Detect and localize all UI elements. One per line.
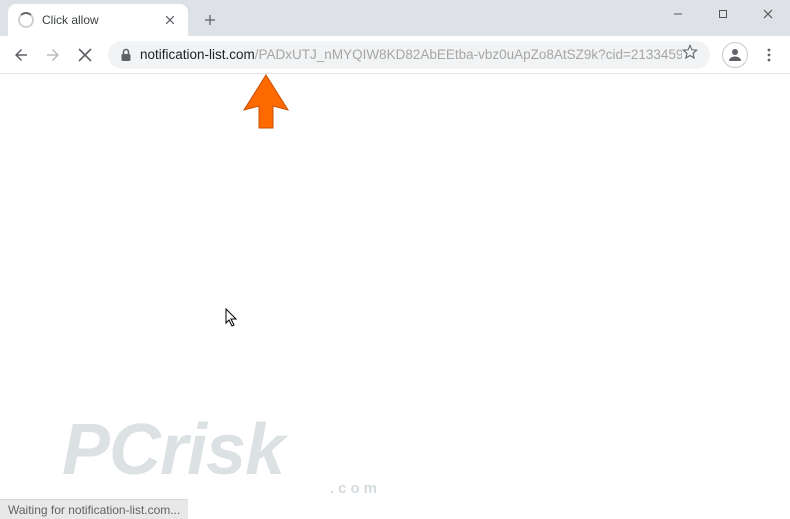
stop-reload-button[interactable]	[70, 40, 100, 70]
watermark-text: PCrisk	[62, 410, 284, 490]
maximize-button[interactable]	[700, 0, 745, 28]
lock-icon	[120, 48, 132, 62]
new-tab-button[interactable]	[196, 6, 224, 34]
forward-button[interactable]	[38, 40, 68, 70]
url-domain: notification-list.com	[140, 47, 255, 62]
loading-spinner-icon	[18, 12, 34, 28]
page-content: PCrisk .com Waiting for notification-lis…	[0, 74, 790, 519]
address-bar[interactable]: notification-list.com/PADxUTJ_nMYQIW8KD8…	[108, 41, 710, 69]
window-controls	[655, 0, 790, 28]
watermark-logo: PCrisk .com	[62, 409, 284, 491]
tab-close-button[interactable]	[162, 12, 178, 28]
pointer-arrow-annotation	[242, 74, 290, 130]
active-tab[interactable]: Click allow	[8, 4, 188, 36]
status-text: Waiting for notification-list.com...	[8, 503, 180, 517]
mouse-cursor-icon	[225, 308, 239, 328]
minimize-button[interactable]	[655, 0, 700, 28]
url-text: notification-list.com/PADxUTJ_nMYQIW8KD8…	[140, 47, 682, 62]
tab-title: Click allow	[42, 13, 162, 27]
toolbar: notification-list.com/PADxUTJ_nMYQIW8KD8…	[0, 36, 790, 74]
profile-avatar-button[interactable]	[722, 42, 748, 68]
watermark-dotcom: .com	[330, 480, 381, 497]
close-window-button[interactable]	[745, 0, 790, 28]
browser-menu-button[interactable]	[754, 40, 784, 70]
browser-window: Click allow notification-list.com/PADxUT…	[0, 0, 790, 519]
back-button[interactable]	[6, 40, 36, 70]
url-path: /PADxUTJ_nMYQIW8KD82AbEEtba-vbz0uApZo8At…	[255, 47, 682, 62]
bookmark-star-icon[interactable]	[682, 44, 698, 65]
status-bar: Waiting for notification-list.com...	[0, 499, 188, 519]
